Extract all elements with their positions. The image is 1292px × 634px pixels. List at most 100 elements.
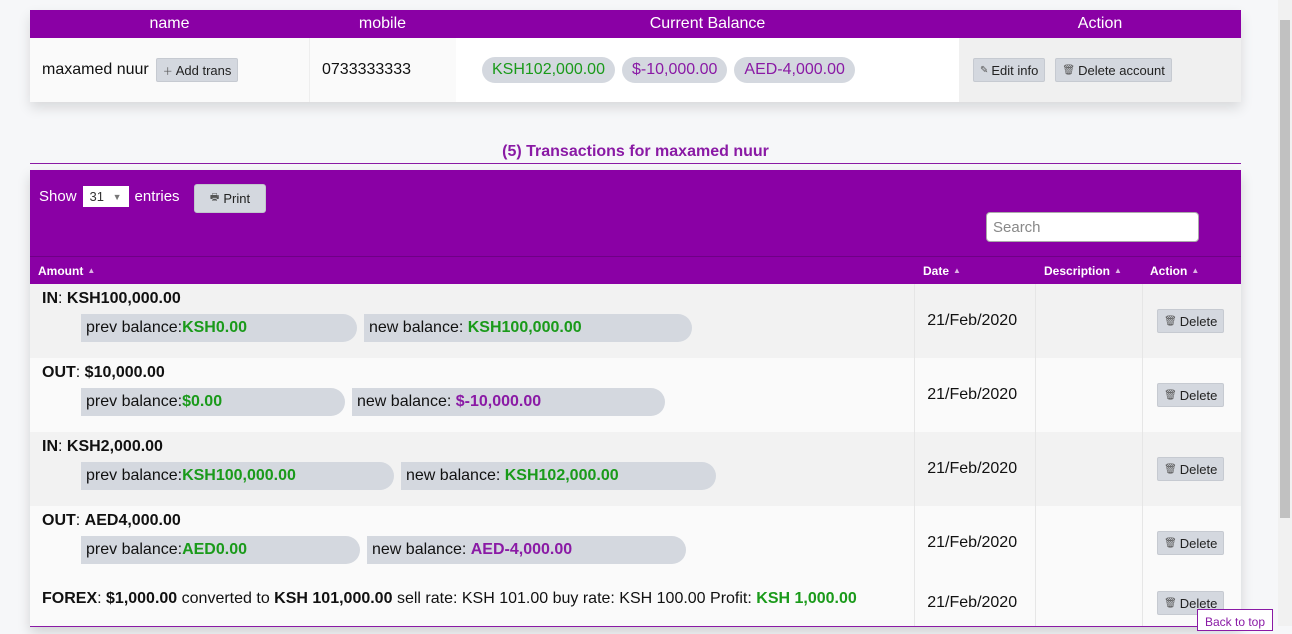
trans-type: OUT (42, 512, 76, 529)
page: name mobile Current Balance Action maxam… (30, 10, 1241, 627)
action-cell: 🗑 Delete (1142, 358, 1241, 432)
new-balance: new balance: KSH100,000.00 (364, 314, 692, 342)
sort-icon: ▲ (953, 266, 961, 275)
table-row: IN: KSH2,000.00 prev balance: KSH100,000.… (30, 432, 1241, 506)
delete-button[interactable]: 🗑 Delete (1157, 457, 1225, 481)
column-date[interactable]: Date ▲ (915, 257, 1036, 284)
action-cell: 🗑 Delete (1142, 506, 1241, 580)
sort-icon: ▲ (1114, 266, 1122, 275)
table-bottom-border (30, 626, 1241, 627)
trans-amount: $10,000.00 (84, 364, 165, 381)
table-row: OUT: $10,000.00 prev balance: $0.00 new b… (30, 358, 1241, 432)
date-cell: 21/Feb/2020 (914, 432, 1035, 506)
column-description[interactable]: Description ▲ (1036, 257, 1142, 284)
account-row: maxamed nuur ＋ Add trans 0733333333 KSH1… (30, 38, 1241, 102)
forex-label: FOREX (42, 590, 98, 607)
date-cell: 21/Feb/2020 (914, 358, 1035, 432)
column-action[interactable]: Action ▲ (1142, 257, 1241, 284)
trans-amount: KSH100,000.00 (66, 290, 181, 307)
back-to-top-button[interactable]: Back to top (1197, 609, 1273, 631)
column-amount[interactable]: Amount ▲ (30, 257, 915, 284)
new-balance-value: AED-4,000.00 (470, 541, 573, 558)
add-trans-label: Add trans (175, 62, 232, 78)
vertical-scrollbar[interactable] (1278, 0, 1292, 626)
pencil-icon: ✎ (980, 64, 989, 76)
new-balance-value: KSH100,000.00 (467, 319, 582, 336)
sort-icon: ▲ (87, 266, 96, 275)
header-action: Action (1077, 15, 1123, 32)
new-balance-value: KSH102,000.00 (504, 467, 619, 484)
sell-rate: sell rate: KSH 101.00 (396, 590, 549, 607)
new-balance-value: $-10,000.00 (455, 393, 542, 410)
new-balance-label: new balance: (357, 393, 452, 410)
new-balance-label: new balance: (372, 541, 467, 558)
trash-icon: 🗑 (1164, 389, 1177, 401)
trash-icon: 🗑 (1164, 597, 1177, 609)
amount-cell: IN: KSH2,000.00 prev balance: KSH100,000.… (30, 432, 914, 506)
account-name: maxamed nuur (42, 61, 149, 78)
prev-balance-value: KSH100,000.00 (182, 467, 296, 484)
table-row-forex: FOREX: $1,000.00 converted to KSH 101,00… (30, 580, 1241, 626)
account-table: name mobile Current Balance Action maxam… (30, 10, 1241, 102)
amount-cell: OUT: $10,000.00 prev balance: $0.00 new b… (30, 358, 914, 432)
print-label: Print (223, 191, 251, 206)
trans-type: IN (42, 290, 58, 307)
date-cell: 21/Feb/2020 (914, 506, 1035, 580)
header-mobile: mobile (358, 15, 407, 32)
column-description-label: Description (1044, 263, 1111, 278)
prev-balance-value: KSH0.00 (182, 319, 247, 336)
prev-balance-value: AED0.00 (182, 541, 247, 558)
prev-balance: prev balance: $0.00 (81, 388, 345, 416)
column-action-label: Action (1150, 263, 1188, 278)
description-cell (1035, 580, 1142, 626)
amount-cell: OUT: AED4,000.00 prev balance: AED0.00 ne… (30, 506, 914, 580)
chevron-down-icon: ▼ (112, 191, 122, 202)
entries-select[interactable]: 31 ▼ (82, 186, 129, 207)
trash-icon: 🗑 (1164, 463, 1177, 475)
converted-to-label: converted to (181, 590, 270, 607)
delete-button[interactable]: 🗑 Delete (1157, 383, 1225, 407)
profit-value: KSH 1,000.00 (756, 590, 857, 607)
search-input[interactable] (986, 212, 1199, 242)
description-cell (1035, 432, 1142, 506)
forex-cell: FOREX: $1,000.00 converted to KSH 101,00… (42, 590, 857, 607)
scrollbar-thumb[interactable] (1280, 20, 1290, 518)
column-amount-label: Amount (38, 263, 84, 278)
description-cell (1035, 506, 1142, 580)
prev-balance-label: prev balance: (86, 319, 183, 336)
entries-label: entries (134, 188, 180, 205)
new-balance: new balance: $-10,000.00 (352, 388, 665, 416)
account-mobile: 0733333333 (309, 38, 456, 102)
header-name: name (149, 15, 190, 32)
delete-label: Delete (1179, 461, 1218, 477)
prev-balance: prev balance: KSH100,000.00 (81, 462, 394, 490)
trash-icon: 🗑 (1062, 64, 1076, 76)
delete-account-button[interactable]: 🗑 Delete account (1055, 58, 1172, 82)
edit-info-button[interactable]: ✎ Edit info (973, 58, 1046, 82)
balance-usd: $-10,000.00 (621, 57, 728, 83)
trans-amount: KSH2,000.00 (66, 438, 163, 455)
printer-icon: 🖶 (209, 192, 220, 203)
account-table-header: name mobile Current Balance Action (30, 10, 1241, 38)
add-trans-button[interactable]: ＋ Add trans (155, 58, 239, 82)
delete-label: Delete (1179, 535, 1218, 551)
account-name-cell: maxamed nuur ＋ Add trans (30, 38, 309, 102)
buy-rate: buy rate: KSH 100.00 (552, 590, 706, 607)
amount-cell: IN: KSH100,000.00 prev balance: KSH0.00 n… (30, 284, 914, 358)
plus-icon: ＋ (162, 66, 173, 78)
entries-value: 31 (89, 189, 104, 204)
delete-button[interactable]: 🗑 Delete (1157, 309, 1225, 333)
trans-type: OUT (42, 364, 76, 381)
balance-aed: AED-4,000.00 (734, 57, 855, 83)
date-cell: 21/Feb/2020 (914, 284, 1035, 358)
action-cell: 🗑 Delete (1142, 432, 1241, 506)
new-balance-label: new balance: (369, 319, 464, 336)
table-row: IN: KSH100,000.00 prev balance: KSH0.00 n… (30, 284, 1241, 358)
prev-balance: prev balance: AED0.00 (81, 536, 360, 564)
forex-amount: $1,000.00 (106, 590, 178, 607)
trans-amount: AED4,000.00 (84, 512, 181, 529)
delete-button[interactable]: 🗑 Delete (1157, 531, 1225, 555)
print-button[interactable]: 🖶 Print (194, 184, 266, 213)
converted-amount: KSH 101,000.00 (274, 590, 393, 607)
action-cell: 🗑 Delete (1142, 284, 1241, 358)
